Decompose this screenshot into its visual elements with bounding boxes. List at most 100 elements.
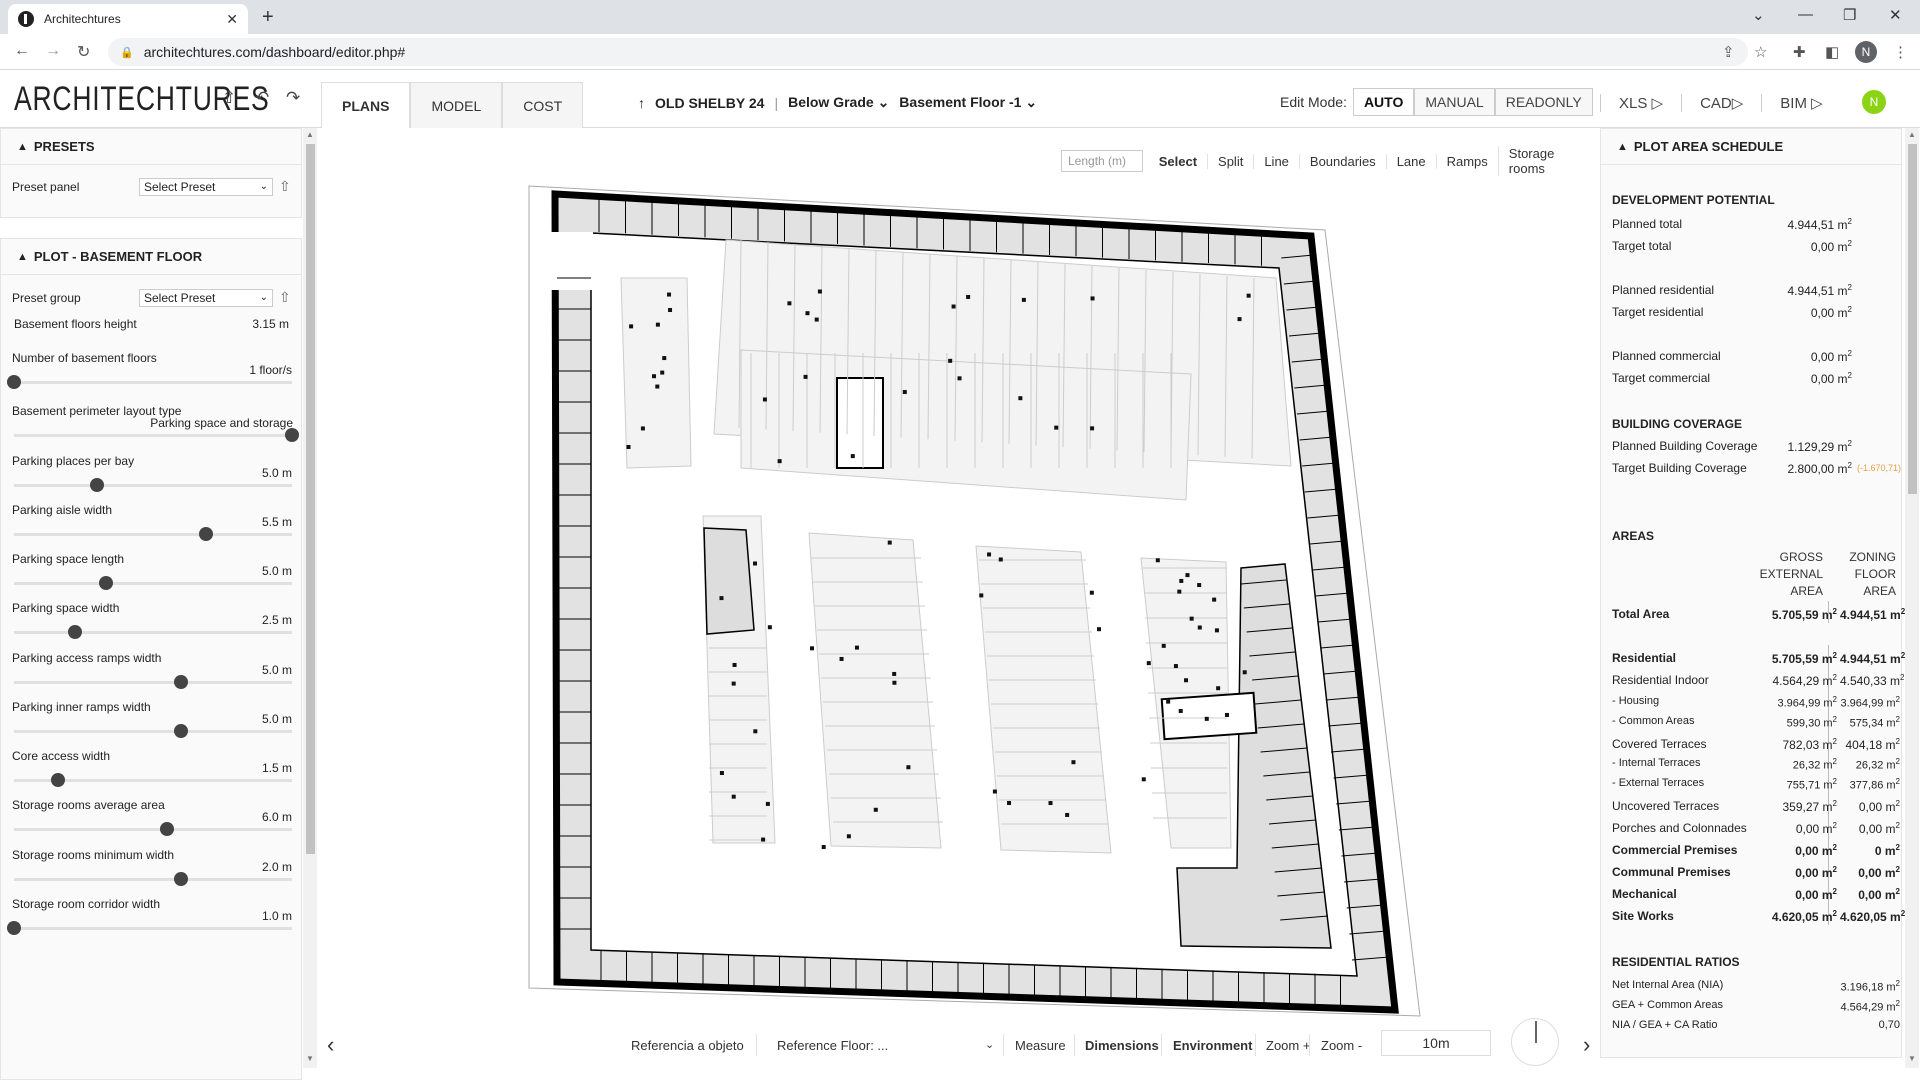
scroll-up-icon[interactable]: ▲ [1908,130,1916,139]
back-icon[interactable]: ← [14,42,30,60]
slider-track[interactable] [14,631,292,634]
bookmark-star-icon[interactable]: ☆ [1754,43,1767,61]
browser-profile-avatar[interactable]: N [1855,41,1877,63]
north-compass[interactable] [1511,1018,1559,1066]
cloud-upload-icon[interactable]: ⇧ [279,178,291,195]
scroll-thumb[interactable] [306,144,315,854]
slider-track[interactable] [14,730,292,733]
close-tab-icon[interactable]: ✕ [226,11,238,28]
url-field[interactable]: 🔒 architechtures.com/dashboard/editor.ph… [108,38,1748,66]
browser-menu-icon[interactable]: ⋮ [1893,43,1908,61]
undo-icon[interactable]: ↶ [255,88,269,108]
slider-track[interactable] [14,828,292,831]
chevron-down-icon[interactable]: ⌄ [985,1038,994,1051]
tool-storage-rooms[interactable]: Storage rooms [1497,146,1599,176]
export-xls-button[interactable]: XLS ▷ [1600,94,1681,112]
plan-canvas[interactable]: Length (m) Select Split Line Boundaries … [321,128,1599,1080]
chevron-left-icon[interactable]: ‹ [327,1032,334,1058]
slider-handle[interactable] [51,773,66,787]
minimize-icon[interactable]: — [1798,6,1813,23]
tool-split[interactable]: Split [1207,153,1253,169]
browser-tab[interactable]: Architechtures ✕ [8,4,248,34]
preset-group-select[interactable]: Select Preset ⌄ [139,289,273,307]
scroll-down-icon[interactable]: ▼ [306,1054,314,1063]
share-icon[interactable]: ⇪ [1722,43,1735,61]
tool-line[interactable]: Line [1253,153,1299,169]
slider-handle[interactable] [173,872,188,886]
slider-track[interactable] [14,582,292,585]
close-window-icon[interactable]: ✕ [1889,6,1902,24]
cloud-upload-icon[interactable]: ⇧ [279,289,291,306]
scroll-thumb[interactable] [1908,144,1917,494]
restore-icon[interactable]: ❐ [1843,6,1856,24]
extensions-icon[interactable]: ✚ [1793,43,1806,61]
preset-panel-select[interactable]: Select Preset ⌄ [139,178,273,196]
tab-model[interactable]: MODEL [410,82,503,128]
slider-handle[interactable] [173,724,188,738]
row-value: 0,00 m2 [1810,305,1852,320]
slider-handle[interactable] [285,428,299,442]
tool-lane[interactable]: Lane [1385,153,1436,169]
column [767,625,772,630]
plot-header[interactable]: ▲ PLOT - BASEMENT FLOOR [1,239,301,275]
tab-plans[interactable]: PLANS [321,82,411,128]
scale-input[interactable]: 10m [1381,1030,1491,1056]
slider-handle[interactable] [7,375,21,389]
mode-readonly-button[interactable]: READONLY [1494,88,1593,116]
area-label: Residential [1612,651,1677,665]
separator [1003,1034,1004,1056]
redo-icon[interactable]: ↷ [286,88,300,108]
new-tab-icon[interactable]: + [262,6,274,29]
slider-handle[interactable] [90,478,105,492]
side-panel-icon[interactable]: ◧ [1825,43,1839,61]
export-cad-button[interactable]: CAD▷ [1681,94,1761,112]
tool-select[interactable]: Select [1149,154,1207,169]
user-avatar[interactable]: N [1862,90,1886,114]
mode-auto-button[interactable]: AUTO [1352,88,1415,116]
zoom-in-button[interactable]: Zoom + [1266,1038,1310,1053]
export-bim-button[interactable]: BIM ▷ [1761,94,1840,112]
measure-button[interactable]: Measure [1015,1038,1066,1053]
slider-track[interactable] [14,681,292,684]
reload-icon[interactable]: ↻ [77,42,90,62]
zoom-out-button[interactable]: Zoom - [1321,1038,1362,1053]
slider-handle[interactable] [7,921,21,935]
slider-track[interactable] [14,533,292,536]
length-input[interactable]: Length (m) [1061,150,1143,172]
chevron-right-icon[interactable]: › [1583,1032,1590,1058]
presets-header[interactable]: ▲ PRESETS [1,129,301,165]
scroll-down-icon[interactable]: ▼ [1908,1054,1916,1063]
dimensions-button[interactable]: Dimensions [1085,1038,1159,1053]
slider-track[interactable] [14,484,292,487]
tab-search-icon[interactable]: ⌄ [1752,6,1765,24]
tool-boundaries[interactable]: Boundaries [1298,153,1386,169]
area-row: Site Works 4.620,05 m2 4.620,05 m2 [1612,909,1905,924]
tab-cost[interactable]: COST [502,82,584,128]
left-panel-scrollbar[interactable]: ▲ ▼ [303,128,317,1068]
reference-floor-select[interactable]: Reference Floor: ... [777,1038,888,1053]
slider-handle[interactable] [198,527,213,541]
slider-value: 5.5 m [261,515,292,529]
slider-track[interactable] [14,434,292,437]
forward-icon[interactable]: → [45,42,61,60]
object-reference-button[interactable]: Referencia a objeto [631,1038,744,1053]
environment-button[interactable]: Environment [1173,1038,1252,1053]
slider-track[interactable] [14,878,292,881]
plot-area-schedule-header[interactable]: ▲ PLOT AREA SCHEDULE [1601,129,1901,165]
mode-manual-button[interactable]: MANUAL [1414,88,1495,116]
slider-handle[interactable] [98,576,113,590]
slider-handle[interactable] [173,675,188,689]
tool-ramps[interactable]: Ramps [1435,153,1498,169]
slider-handle[interactable] [68,625,83,639]
floor-plan-drawing[interactable] [321,128,1599,1080]
cloud-upload-icon[interactable]: ⇧ [222,88,236,108]
right-panel-scrollbar[interactable]: ▲ ▼ [1905,128,1919,1068]
slider-handle[interactable] [159,822,174,836]
area-label: - Internal Terraces [1612,757,1701,769]
level-group-dropdown[interactable]: Below Grade ⌄ [788,94,889,111]
arrow-up-icon[interactable]: ↑ [638,95,645,111]
slider-track[interactable] [14,927,292,930]
scroll-up-icon[interactable]: ▲ [306,130,314,139]
slider-track[interactable] [14,381,292,384]
floor-dropdown[interactable]: Basement Floor -1 ⌄ [899,94,1037,111]
